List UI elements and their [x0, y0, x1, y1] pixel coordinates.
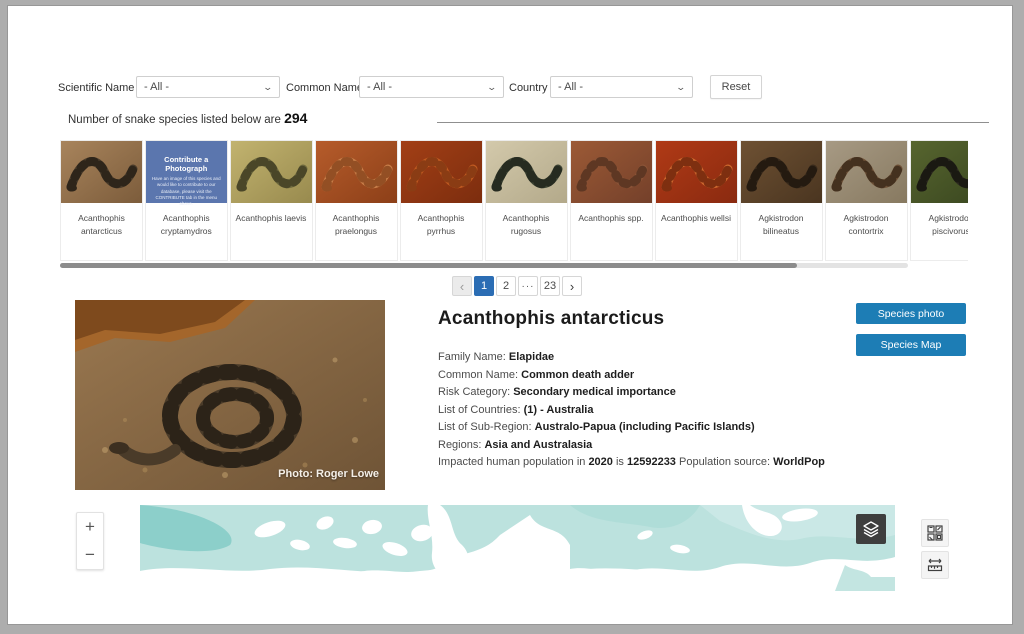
species-card[interactable]: Agkistrodon bilineatus	[740, 140, 823, 261]
detail-field: Regions: Asia and Australasia	[438, 439, 868, 451]
species-card[interactable]: Agkistrodon piscivorus	[910, 140, 969, 261]
scientific-name-value: - All -	[144, 81, 169, 93]
species-card-name: Acanthophis spp.	[571, 203, 652, 225]
species-card-name: Acanthophis wellsi	[656, 203, 737, 225]
species-count-value: 294	[284, 110, 307, 126]
detail-field: Common Name: Common death adder	[438, 369, 868, 381]
species-card-name: Agkistrodon piscivorus	[911, 203, 969, 238]
pagination: ‹12···23›	[452, 276, 582, 296]
species-carousel-track: Acanthophis antarcticusContribute a Phot…	[60, 140, 968, 263]
species-thumbnail	[486, 141, 567, 203]
basemap-gallery-button[interactable]	[921, 519, 949, 547]
common-name-label: Common Name	[286, 82, 363, 94]
species-card-name: Acanthophis pyrrhus	[401, 203, 482, 238]
species-photo: Photo: Roger Lowe	[75, 300, 385, 490]
country-label: Country	[509, 82, 548, 94]
next-page-button[interactable]: ›	[562, 276, 582, 296]
detail-field: List of Countries: (1) - Australia	[438, 404, 868, 416]
species-card-name: Agkistrodon contortrix	[826, 203, 907, 238]
scientific-name-label: Scientific Name	[58, 82, 134, 94]
detail-field: Risk Category: Secondary medical importa…	[438, 386, 868, 398]
species-thumbnail	[401, 141, 482, 203]
species-photo-image	[75, 300, 385, 490]
species-card-name: Acanthophis laevis	[231, 203, 312, 225]
species-card-name: Acanthophis antarcticus	[61, 203, 142, 238]
species-card-name: Acanthophis praelongus	[316, 203, 397, 238]
species-thumbnail	[316, 141, 397, 203]
species-thumbnail	[826, 141, 907, 203]
species-details: Family Name: Elapidae Common Name: Common…	[438, 351, 868, 474]
scientific-name-select[interactable]: - All - ⌄	[136, 76, 280, 98]
species-map-button[interactable]: Species Map	[856, 334, 966, 356]
common-name-value: - All -	[367, 81, 392, 93]
species-card[interactable]: Acanthophis antarcticus	[60, 140, 143, 261]
detail-field: Impacted human population in 2020 is 125…	[438, 456, 868, 468]
species-thumbnail	[741, 141, 822, 203]
page-button-23[interactable]: 23	[540, 276, 560, 296]
detail-field: List of Sub-Region: Australo-Papua (incl…	[438, 421, 868, 433]
species-thumbnail	[231, 141, 312, 203]
species-card[interactable]: Acanthophis praelongus	[315, 140, 398, 261]
species-photo-button[interactable]: Species photo	[856, 303, 966, 324]
page-ellipsis: ···	[518, 276, 538, 296]
divider	[437, 122, 989, 123]
species-count-line: Number of snake species listed below are…	[68, 110, 307, 126]
species-thumbnail	[61, 141, 142, 203]
prev-page-button[interactable]: ‹	[452, 276, 472, 296]
contribute-photo-panel: Contribute a PhotographHave an image of …	[146, 141, 227, 203]
photo-credit: Photo: Roger Lowe	[278, 468, 379, 480]
species-card[interactable]: Acanthophis pyrrhus	[400, 140, 483, 261]
species-card[interactable]: Acanthophis laevis	[230, 140, 313, 261]
carousel-scrollbar-track[interactable]	[60, 263, 908, 268]
chevron-down-icon: ⌄	[487, 82, 498, 93]
country-value: - All -	[558, 81, 583, 93]
reset-button[interactable]: Reset	[710, 75, 762, 99]
species-title: Acanthophis antarcticus	[438, 308, 664, 330]
app-screenshot: Scientific Name - All - ⌄ Common Name - …	[0, 0, 1024, 634]
species-thumbnail	[571, 141, 652, 203]
species-thumbnail	[911, 141, 969, 203]
species-card-name: Agkistrodon bilineatus	[741, 203, 822, 238]
detail-field: Family Name: Elapidae	[438, 351, 868, 363]
species-card[interactable]: Contribute a PhotographHave an image of …	[145, 140, 228, 261]
species-count-text: Number of snake species listed below are	[68, 114, 284, 126]
page-button-2[interactable]: 2	[496, 276, 516, 296]
zoom-in-button[interactable]: +	[77, 513, 103, 541]
page-button-1[interactable]: 1	[474, 276, 494, 296]
layers-button[interactable]	[856, 514, 886, 544]
species-thumbnail	[656, 141, 737, 203]
chevron-down-icon: ⌄	[263, 82, 274, 93]
chevron-down-icon: ⌄	[676, 82, 687, 93]
basemap-grid-icon	[927, 525, 943, 541]
country-select[interactable]: - All - ⌄	[550, 76, 693, 98]
species-card-name: Acanthophis rugosus	[486, 203, 567, 238]
species-card[interactable]: Acanthophis rugosus	[485, 140, 568, 261]
zoom-out-button[interactable]: −	[77, 541, 103, 569]
species-card[interactable]: Acanthophis wellsi	[655, 140, 738, 261]
species-carousel: Acanthophis antarcticusContribute a Phot…	[60, 140, 968, 263]
species-card-name: Acanthophis cryptamydros	[146, 203, 227, 238]
species-map[interactable]	[140, 505, 895, 622]
species-card[interactable]: Agkistrodon contortrix	[825, 140, 908, 261]
measure-button[interactable]	[921, 551, 949, 579]
map-image	[140, 505, 895, 622]
layers-icon	[862, 520, 880, 538]
common-name-select[interactable]: - All - ⌄	[359, 76, 504, 98]
carousel-scrollbar-thumb[interactable]	[60, 263, 797, 268]
map-zoom-control: + −	[76, 512, 104, 570]
species-card[interactable]: Acanthophis spp.	[570, 140, 653, 261]
contribute-title: Contribute a Photograph	[146, 155, 227, 173]
measure-icon	[927, 557, 943, 573]
